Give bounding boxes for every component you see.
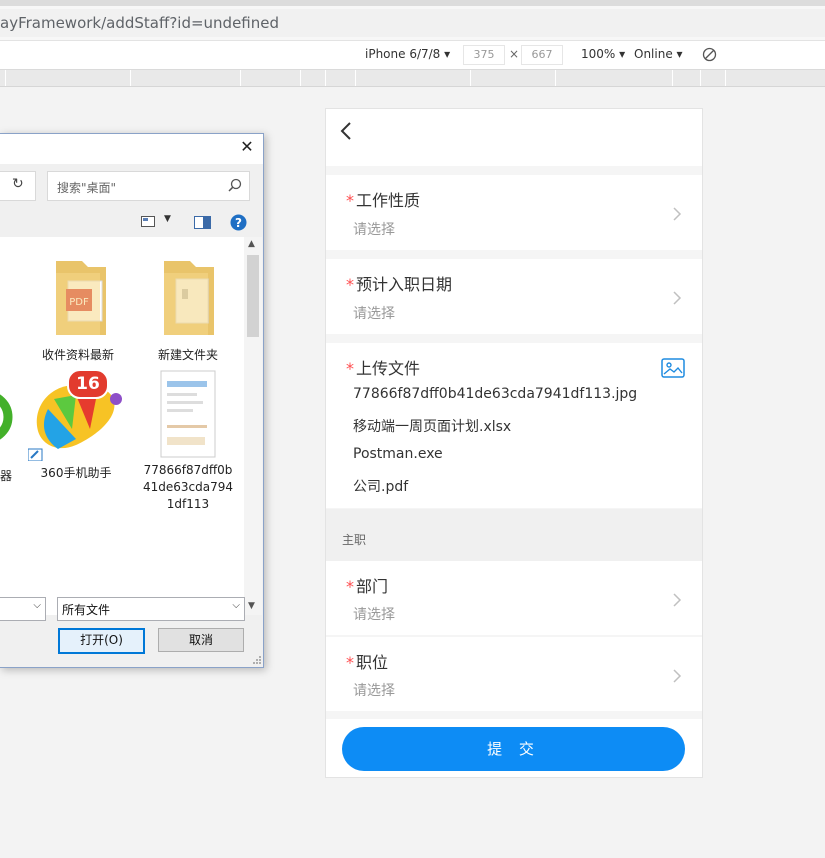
- folder-icon: [164, 261, 214, 335]
- field-label-text: 预计入职日期: [356, 275, 453, 294]
- file-item-label: 收件资料最新: [41, 348, 114, 362]
- zoom-value: 100%: [581, 47, 616, 61]
- field-label-text: 部门: [356, 577, 389, 596]
- folder-pdf-icon: PDF: [56, 261, 106, 335]
- search-input[interactable]: 搜索"桌面": [47, 171, 250, 201]
- chevron-right-icon: [673, 593, 682, 607]
- file-list-pane: PDF 收件资料最新 新建文件夹 器: [0, 237, 244, 615]
- phone-viewport: * 工作性质 请选择 * 预计入职日期 请选择 * 上传文件 77866f87dff0…: [325, 108, 703, 778]
- field-label: * 部门: [346, 573, 388, 597]
- file-item[interactable]: 16 360手机助手: [27, 369, 124, 481]
- view-dropdown-icon[interactable]: ▼: [164, 214, 171, 224]
- device-select[interactable]: iPhone 6/7/8 ▾: [365, 47, 450, 61]
- nav-bar: [326, 109, 702, 166]
- back-arrow-icon[interactable]: [338, 121, 354, 141]
- file-item[interactable]: PDF 收件资料最新: [30, 255, 126, 363]
- rotate-icon[interactable]: [702, 47, 717, 62]
- throttle-value: Online: [634, 47, 673, 61]
- field-position[interactable]: * 职位 请选择: [326, 637, 702, 711]
- dialog-titlebar: ✕: [0, 134, 263, 164]
- field-label-text: 工作性质: [356, 191, 421, 210]
- group-title: 主职: [342, 533, 367, 547]
- file-item[interactable]: 器: [0, 367, 13, 483]
- uploaded-file[interactable]: Postman.exe: [353, 446, 443, 462]
- file-item-label: 器: [0, 469, 13, 483]
- cancel-button[interactable]: 取消: [158, 628, 244, 652]
- throttle-select[interactable]: Online ▾: [634, 47, 683, 61]
- required-mark: *: [346, 653, 354, 672]
- field-placeholder: 请选择: [353, 306, 395, 322]
- file-item-label: 新建文件夹: [157, 348, 218, 362]
- chevron-down-icon: ⌵: [232, 600, 240, 611]
- field-placeholder: 请选择: [353, 222, 395, 238]
- file-item-label: 360手机助手: [40, 466, 112, 480]
- dimension-separator: ×: [509, 47, 520, 61]
- filetype-value: 所有文件: [62, 603, 111, 617]
- svg-text:?: ?: [235, 216, 242, 230]
- file-open-dialog: ✕ ↻ 搜索"桌面" ▼ ? PDF 收件资料最新: [0, 133, 264, 668]
- uploaded-file[interactable]: 公司.pdf: [353, 476, 408, 496]
- file-item[interactable]: 新建文件夹: [140, 255, 236, 363]
- device-name: iPhone 6/7/8: [365, 47, 441, 61]
- field-label: * 工作性质: [346, 187, 420, 211]
- required-mark: *: [346, 191, 354, 210]
- search-placeholder: 搜索"桌面": [57, 181, 117, 195]
- open-button[interactable]: 打开(O): [58, 628, 145, 654]
- field-work-type[interactable]: * 工作性质 请选择: [326, 175, 702, 250]
- field-label-text: 职位: [356, 653, 389, 672]
- footer-bar: 提 交: [326, 719, 702, 777]
- chevron-down-icon: ⌵: [33, 600, 41, 611]
- image-thumbnail-icon: [160, 370, 216, 458]
- upload-section: * 上传文件 77866f87dff0b41de63cda7941df113.jp…: [326, 343, 702, 508]
- url-field[interactable]: ayFramework/addStaff?id=undefined: [0, 9, 825, 37]
- image-upload-icon[interactable]: [661, 358, 685, 378]
- viewport-width-input[interactable]: 375: [463, 45, 505, 65]
- media-query-ruler: [0, 70, 825, 87]
- scrollbar-thumb[interactable]: [247, 255, 259, 337]
- resize-grip-icon[interactable]: [252, 655, 262, 665]
- view-mode-icon[interactable]: [141, 216, 155, 227]
- submit-button[interactable]: 提 交: [342, 727, 685, 771]
- field-label: * 职位: [346, 649, 388, 673]
- upload-label-text: 上传文件: [356, 359, 421, 378]
- uploaded-file[interactable]: 移动端一周页面计划.xlsx: [353, 416, 511, 436]
- app-green-icon: [0, 394, 13, 440]
- scroll-down-icon[interactable]: ▼: [248, 601, 255, 611]
- filename-input[interactable]: ⌵: [0, 597, 46, 621]
- field-label: * 预计入职日期: [346, 271, 452, 295]
- viewport-height-input[interactable]: 667: [521, 45, 563, 65]
- help-icon[interactable]: ?: [230, 214, 247, 231]
- close-icon[interactable]: ✕: [238, 138, 256, 156]
- field-department[interactable]: * 部门 请选择: [326, 561, 702, 635]
- file-list-scrollbar[interactable]: ▲ ▼: [244, 237, 262, 615]
- device-toolbar: iPhone 6/7/8 ▾ 375 × 667 100% ▾ Online ▾: [0, 41, 825, 70]
- chevron-right-icon: [673, 207, 682, 221]
- notification-badge: 16: [67, 369, 109, 399]
- refresh-button[interactable]: ↻: [0, 171, 36, 201]
- required-mark: *: [346, 359, 354, 378]
- zoom-select[interactable]: 100% ▾: [581, 47, 625, 61]
- file-item[interactable]: 77866f87dff0b41de63cda7941df113: [138, 367, 238, 513]
- scroll-up-icon[interactable]: ▲: [248, 239, 255, 249]
- chevron-right-icon: [673, 291, 682, 305]
- file-item-label: 77866f87dff0b41de63cda7941df113: [142, 463, 233, 511]
- upload-label: * 上传文件: [346, 355, 420, 379]
- preview-pane-icon[interactable]: [194, 216, 211, 229]
- uploaded-file[interactable]: 77866f87dff0b41de63cda7941df113.jpg: [353, 386, 637, 402]
- field-placeholder: 请选择: [353, 607, 395, 623]
- required-mark: *: [346, 275, 354, 294]
- dialog-toolbar: ▼ ?: [0, 208, 263, 236]
- address-bar: ayFramework/addStaff?id=undefined: [0, 6, 825, 41]
- chevron-right-icon: [673, 669, 682, 683]
- search-icon: [228, 178, 242, 192]
- group-header: 主职: [326, 509, 702, 561]
- required-mark: *: [346, 577, 354, 596]
- filetype-select[interactable]: 所有文件 ⌵: [57, 597, 245, 621]
- field-placeholder: 请选择: [353, 683, 395, 699]
- field-entry-date[interactable]: * 预计入职日期 请选择: [326, 259, 702, 334]
- refresh-icon: ↻: [12, 176, 24, 192]
